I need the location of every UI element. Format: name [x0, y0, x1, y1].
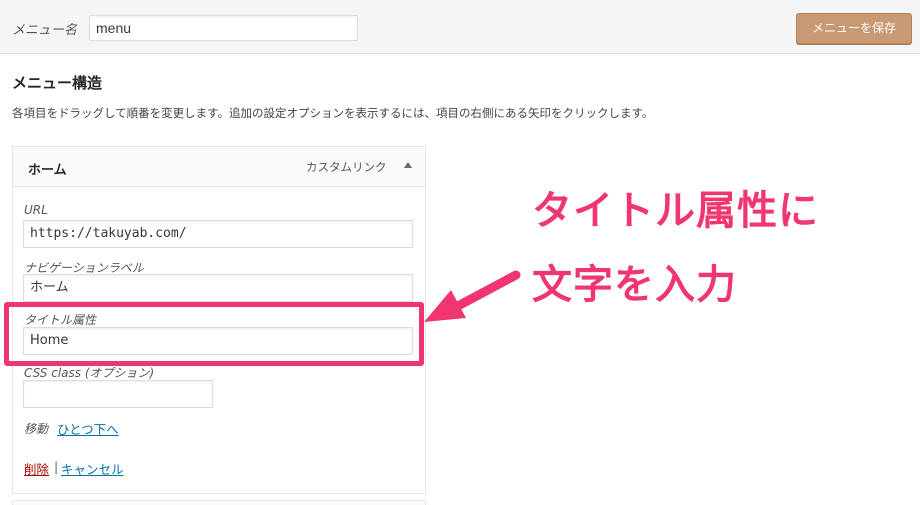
- annotation-line-2: 文字を入力: [532, 262, 737, 308]
- annotation-arrow-icon: [424, 270, 521, 322]
- annotation-line-1: タイトル属性に: [532, 188, 819, 234]
